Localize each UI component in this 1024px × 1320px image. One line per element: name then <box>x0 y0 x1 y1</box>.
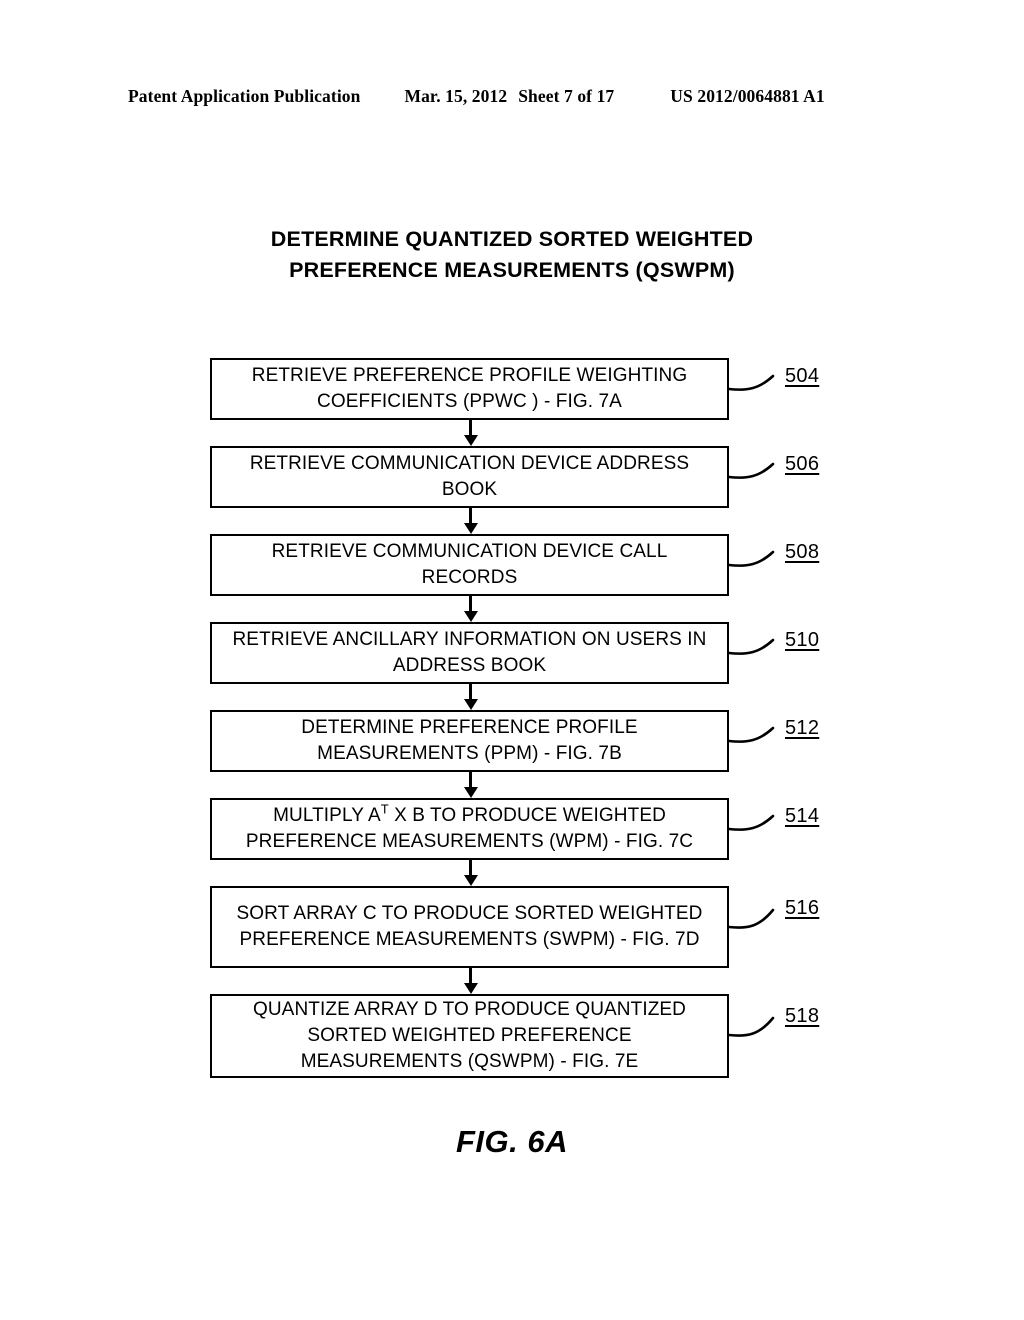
header-date-label: Mar. 15, 2012 <box>404 86 508 106</box>
flow-node-504: RETRIEVE PREFERENCE PROFILE WEIGHTING CO… <box>210 358 729 420</box>
reference-numeral-506: 506 <box>785 453 820 475</box>
reference-numeral-518: 518 <box>785 1005 820 1027</box>
flow-node-514-label: MULTIPLY AT X B TO PRODUCE WEIGHTED PREF… <box>245 801 694 852</box>
arrowhead-icon <box>463 699 478 710</box>
flow-node-516-label: SORT ARRAY C TO PRODUCE SORTED WEIGHTED … <box>236 903 703 950</box>
arrowhead-icon <box>463 435 478 446</box>
arrowhead-icon <box>463 523 478 534</box>
figure-caption: FIG. 6A <box>455 1124 568 1159</box>
header-patent-number: US 2012/0064881 A1 <box>670 86 825 106</box>
figure-title-line-1: DETERMINE QUANTIZED SORTED WEIGHTED <box>270 227 754 251</box>
reference-numeral-512: 512 <box>785 717 820 739</box>
arrowhead-icon <box>463 983 478 994</box>
flow-connector-508-510 <box>210 596 729 622</box>
reference-numeral-516: 516 <box>785 897 820 919</box>
flowchart: RETRIEVE PREFERENCE PROFILE WEIGHTING CO… <box>210 358 819 1078</box>
callout-layer: 504 506 508 510 512 514 516 518 <box>727 358 869 1078</box>
header-sheet-label: Sheet 7 of 17 <box>518 86 615 106</box>
arrowhead-icon <box>463 875 478 886</box>
header-publication-label: Patent Application Publication <box>128 86 361 106</box>
superscript-transpose: T <box>380 801 389 817</box>
reference-numeral-510: 510 <box>785 629 820 651</box>
flow-node-506-label: RETRIEVE COMMUNICATION DEVICE ADDRESS BO… <box>249 453 690 500</box>
reference-numeral-508: 508 <box>785 541 820 563</box>
flow-node-506: RETRIEVE COMMUNICATION DEVICE ADDRESS BO… <box>210 446 729 508</box>
reference-numeral-504: 504 <box>785 365 820 387</box>
flow-connector-516-518 <box>210 968 729 994</box>
arrowhead-icon <box>463 787 478 798</box>
flow-node-508-label: RETRIEVE COMMUNICATION DEVICE CALL RECOR… <box>271 541 668 588</box>
page-header: Patent Application Publication Mar. 15, … <box>128 86 896 107</box>
flow-connector-504-506 <box>210 420 729 446</box>
flow-node-504-label: RETRIEVE PREFERENCE PROFILE WEIGHTING CO… <box>251 365 688 412</box>
flow-node-510: RETRIEVE ANCILLARY INFORMATION ON USERS … <box>210 622 729 684</box>
flow-node-518: QUANTIZE ARRAY D TO PRODUCE QUANTIZED SO… <box>210 994 729 1078</box>
flow-node-518-label: QUANTIZE ARRAY D TO PRODUCE QUANTIZED SO… <box>252 999 687 1072</box>
leader-lines <box>727 374 775 1037</box>
figure-title: DETERMINE QUANTIZED SORTED WEIGHTED PREF… <box>0 224 1024 286</box>
flow-connector-506-508 <box>210 508 729 534</box>
flow-node-514: MULTIPLY AT X B TO PRODUCE WEIGHTED PREF… <box>210 798 729 860</box>
reference-numeral-514: 514 <box>785 805 820 827</box>
flow-connector-510-512 <box>210 684 729 710</box>
figure-title-line-2: PREFERENCE MEASUREMENTS (QSWPM) <box>289 258 735 282</box>
flow-node-510-label: RETRIEVE ANCILLARY INFORMATION ON USERS … <box>232 629 707 676</box>
flow-connector-514-516 <box>210 860 729 886</box>
flow-node-516: SORT ARRAY C TO PRODUCE SORTED WEIGHTED … <box>210 886 729 968</box>
arrowhead-icon <box>463 611 478 622</box>
flow-connector-512-514 <box>210 772 729 798</box>
flow-node-512: DETERMINE PREFERENCE PROFILE MEASUREMENT… <box>210 710 729 772</box>
flow-node-512-label: DETERMINE PREFERENCE PROFILE MEASUREMENT… <box>301 717 638 764</box>
flow-node-508: RETRIEVE COMMUNICATION DEVICE CALL RECOR… <box>210 534 729 596</box>
